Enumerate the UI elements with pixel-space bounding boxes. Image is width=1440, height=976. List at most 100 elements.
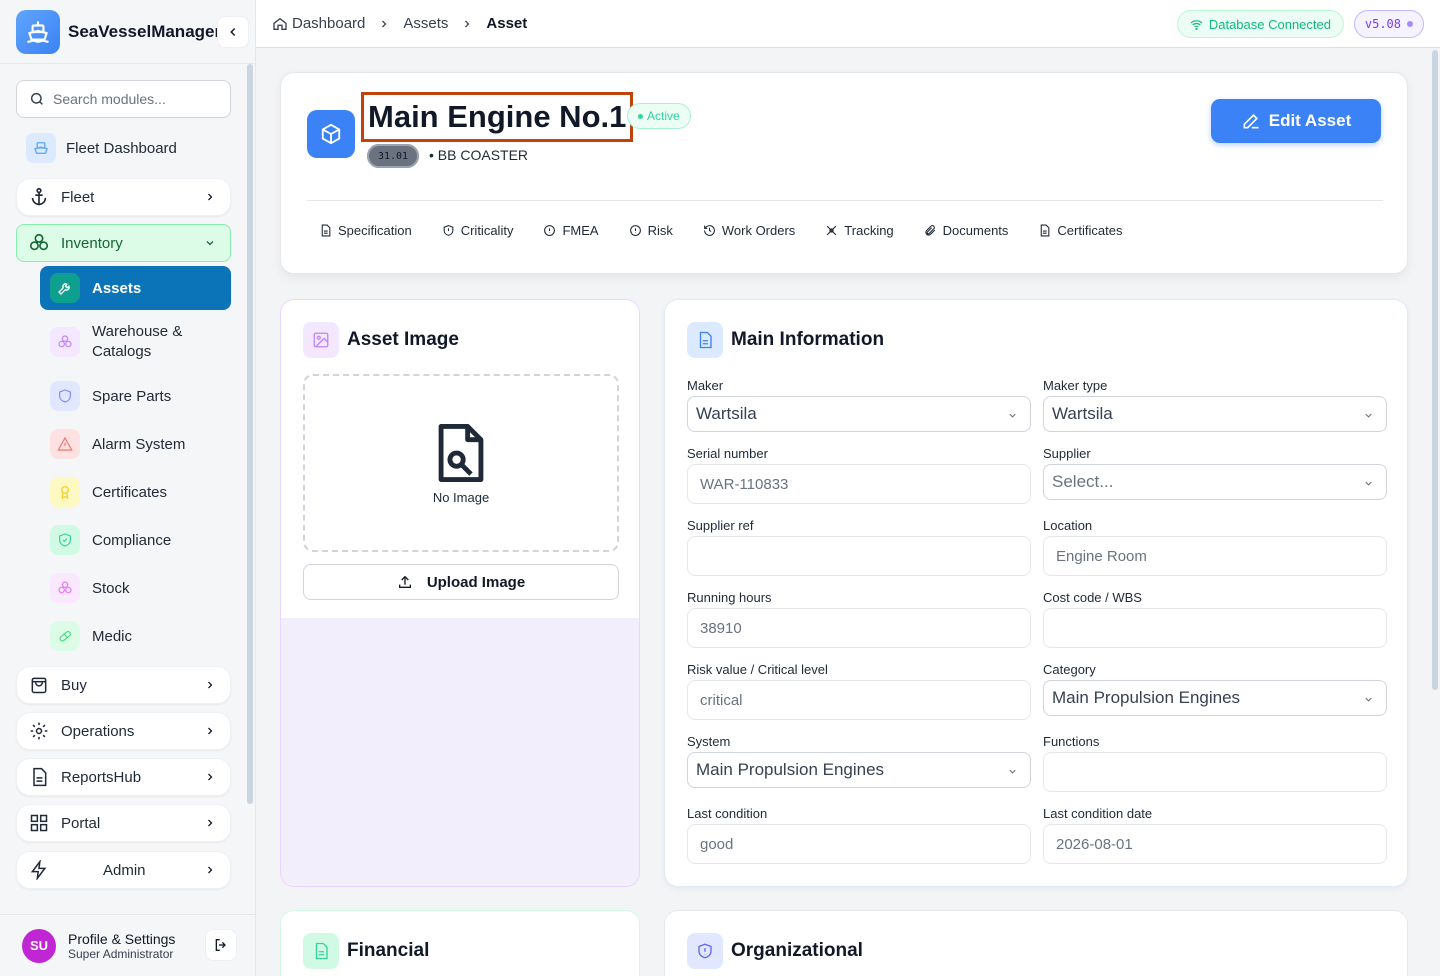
sidebar-item-stock[interactable]: Stock: [40, 570, 231, 606]
sidebar-item-warehouse[interactable]: Warehouse & Catalogs: [40, 320, 231, 364]
image-dropzone[interactable]: No Image: [303, 374, 619, 552]
chevron-right-icon: [208, 727, 213, 735]
sidebar: SeaVesselManager Fleet Dashboard Fleet I…: [0, 0, 256, 976]
sidebar-item-label: ReportsHub: [61, 768, 142, 786]
tab-label: Documents: [942, 223, 1009, 238]
tab-criticality[interactable]: Criticality: [442, 223, 513, 238]
select-value: Select...: [1052, 472, 1114, 491]
category-select[interactable]: Main Propulsion Engines: [1043, 680, 1387, 716]
document-icon: [27, 765, 51, 789]
lightning-icon: [27, 858, 51, 882]
supplier-ref-input[interactable]: [687, 536, 1031, 576]
location-input[interactable]: Engine Room: [1043, 536, 1387, 576]
sidebar-item-compliance[interactable]: Compliance: [40, 522, 231, 558]
chevron-down-icon: [1009, 769, 1016, 774]
risk-value-input[interactable]: critical: [687, 680, 1031, 720]
field-label: Last condition: [687, 806, 768, 821]
sidebar-item-label: Medic: [92, 627, 133, 645]
supplier-select[interactable]: Select...: [1043, 464, 1387, 500]
functions-input[interactable]: [1043, 752, 1387, 792]
collapse-sidebar-button[interactable]: [217, 16, 249, 48]
upload-image-button[interactable]: Upload Image: [303, 564, 619, 600]
functions-field: Functions: [1043, 734, 1387, 792]
search-input[interactable]: [53, 91, 213, 107]
section-title: Asset Image: [347, 329, 459, 350]
anchor-icon: [27, 185, 51, 209]
sidebar-item-fleet-dashboard[interactable]: Fleet Dashboard: [16, 129, 231, 167]
module-search[interactable]: [16, 80, 231, 118]
pencil-icon: [1243, 113, 1259, 129]
no-image-text: No Image: [432, 489, 490, 505]
last-condition-date-field: Last condition date 2026-08-01: [1043, 806, 1387, 864]
shield-alert-icon: [442, 224, 455, 237]
main-information-card: Main Information Maker Wartsila Maker ty…: [664, 299, 1408, 887]
tab-label: FMEA: [562, 223, 599, 238]
last-condition-date-input[interactable]: 2026-08-01: [1043, 824, 1387, 864]
tab-specification[interactable]: Specification: [319, 223, 412, 238]
chevron-down-icon: [1365, 413, 1372, 418]
select-value: Main Propulsion Engines: [696, 760, 885, 779]
main-scrollbar[interactable]: [1432, 50, 1438, 690]
tab-risk[interactable]: Risk: [629, 223, 673, 238]
chevron-right-icon: [208, 681, 213, 689]
cost-code-input[interactable]: [1043, 608, 1387, 648]
system-select[interactable]: Main Propulsion Engines: [687, 752, 1031, 788]
chevron-right-icon: [208, 193, 213, 201]
sidebar-item-portal[interactable]: Portal: [16, 804, 231, 842]
status-text: Active: [647, 109, 680, 123]
shield-alert-icon: [687, 933, 723, 969]
sidebar-item-reportshub[interactable]: ReportsHub: [16, 758, 231, 796]
vessel-name: • BB COASTER: [429, 147, 529, 163]
sidebar-item-fleet[interactable]: Fleet: [16, 178, 231, 216]
sidebar-item-medic[interactable]: Medic: [40, 618, 231, 654]
edit-asset-button[interactable]: Edit Asset: [1211, 99, 1381, 143]
field-label: Running hours: [687, 590, 772, 605]
profile-section[interactable]: SU Profile & Settings Super Administrato…: [0, 914, 255, 976]
field-label: Supplier: [1043, 446, 1091, 461]
serial-number-input[interactable]: WAR-110833: [687, 464, 1031, 504]
running-hours-input[interactable]: 38910: [687, 608, 1031, 648]
sidebar-item-label: Warehouse & Catalogs: [92, 323, 183, 360]
sidebar-scrollbar[interactable]: [247, 64, 253, 804]
breadcrumb-dashboard[interactable]: Dashboard: [272, 15, 365, 32]
sidebar-item-label: Fleet Dashboard: [66, 139, 177, 157]
header-divider: [307, 200, 1383, 201]
ship-icon: [26, 133, 56, 163]
sidebar-item-assets[interactable]: Assets: [40, 266, 231, 310]
breadcrumb-label: Dashboard: [292, 15, 366, 32]
chevron-down-icon: [1365, 697, 1372, 702]
sidebar-item-buy[interactable]: Buy: [16, 666, 231, 704]
last-condition-input[interactable]: good: [687, 824, 1031, 864]
sidebar-item-spare-parts[interactable]: Spare Parts: [40, 378, 231, 414]
sidebar-item-operations[interactable]: Operations: [16, 712, 231, 750]
sidebar-item-inventory[interactable]: Inventory: [16, 224, 231, 262]
logout-button[interactable]: [205, 929, 237, 961]
field-label: Cost code / WBS: [1043, 590, 1142, 605]
tab-tracking[interactable]: Tracking: [825, 223, 894, 238]
tab-certificates[interactable]: Certificates: [1038, 223, 1122, 238]
asset-image-card: Asset Image No Image Upload Image: [280, 299, 640, 887]
sidebar-item-label: Inventory: [61, 234, 123, 252]
image-icon: [303, 322, 339, 358]
status-dot-icon: [1407, 21, 1413, 27]
tab-documents[interactable]: Documents: [924, 223, 1009, 238]
input-value: critical: [700, 691, 743, 709]
sidebar-item-label: Compliance: [92, 531, 172, 549]
tab-fmea[interactable]: FMEA: [543, 223, 599, 238]
maker-type-select[interactable]: Wartsila: [1043, 396, 1387, 432]
main-content: Main Engine No.1 Active 31.01 • BB COAST…: [256, 48, 1440, 976]
sidebar-item-certificates[interactable]: Certificates: [40, 474, 231, 510]
breadcrumb-assets[interactable]: Assets: [403, 15, 448, 32]
cost-code-field: Cost code / WBS: [1043, 590, 1387, 648]
system-field: System Main Propulsion Engines: [687, 734, 1031, 788]
sidebar-item-admin[interactable]: Admin: [16, 851, 231, 889]
field-label: Maker type: [1043, 378, 1108, 393]
section-title: Organizational: [731, 940, 863, 961]
sidebar-item-alarm-system[interactable]: Alarm System: [40, 426, 231, 462]
sidebar-item-label: Portal: [61, 814, 101, 832]
category-field: Category Main Propulsion Engines: [1043, 662, 1387, 716]
chevron-right-icon: [465, 20, 470, 27]
field-label: Last condition date: [1043, 806, 1153, 821]
tab-work-orders[interactable]: Work Orders: [703, 223, 795, 238]
maker-select[interactable]: Wartsila: [687, 396, 1031, 432]
